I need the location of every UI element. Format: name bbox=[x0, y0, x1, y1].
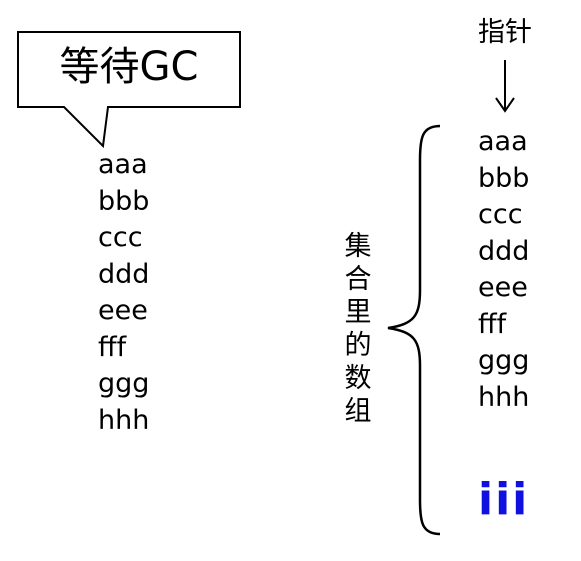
pointer-label: 指针 bbox=[478, 17, 532, 48]
collection-array-list: aaa bbb ccc ddd eee fff ggg hhh bbox=[478, 124, 529, 416]
old-array-item: aaa bbox=[98, 149, 148, 180]
collection-array-item: ddd bbox=[478, 235, 530, 267]
collection-array-item: aaa bbox=[478, 126, 528, 157]
collection-array-item: bbb bbox=[478, 162, 530, 194]
collection-array-item: fff bbox=[478, 308, 507, 340]
collection-label: 集合里的数组 bbox=[344, 231, 372, 427]
collection-array-item: ccc bbox=[478, 199, 523, 230]
old-array-item: ddd bbox=[98, 258, 150, 290]
old-array-item: bbb bbox=[98, 185, 150, 217]
old-array-item: eee bbox=[98, 295, 148, 326]
old-array-item: ccc bbox=[98, 222, 143, 253]
old-array-list: aaa bbb ccc ddd eee fff ggg hhh bbox=[98, 147, 149, 439]
collection-array-item: hhh bbox=[478, 381, 530, 413]
collection-array-item: eee bbox=[478, 272, 528, 303]
new-array-item: iii bbox=[478, 474, 530, 525]
old-array-item: fff bbox=[98, 331, 127, 363]
callout-label: 等待GC bbox=[59, 44, 199, 90]
curly-brace bbox=[387, 124, 441, 536]
collection-array-item: ggg bbox=[478, 345, 530, 376]
down-arrow-icon bbox=[495, 60, 515, 113]
old-array-item: hhh bbox=[98, 404, 150, 436]
old-array-item: ggg bbox=[98, 368, 150, 399]
